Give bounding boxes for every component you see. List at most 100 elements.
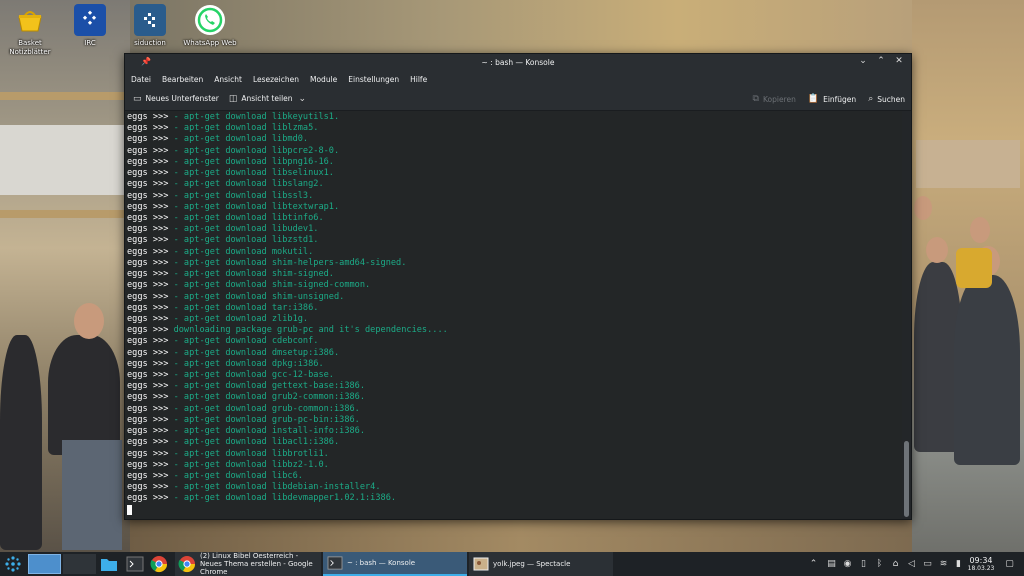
terminal-line: eggs >>> - apt-get download zlib1g. (127, 314, 903, 325)
task-label: yolk.jpeg — Spectacle (493, 560, 571, 568)
terminal-prompt: eggs >>> (127, 325, 174, 336)
siduction-icon (134, 4, 166, 36)
desktop-icon-irc[interactable]: IRC (58, 4, 122, 48)
find-button[interactable]: ⌕ Suchen (868, 94, 905, 104)
paste-icon: 📋 (807, 94, 820, 104)
window-title: ~ : bash — Konsole (481, 58, 555, 67)
task-chrome[interactable]: (2) Linux Bibel Oesterreich - Neues Them… (175, 552, 321, 576)
terminal-command: - apt-get download libudev1. (173, 224, 319, 235)
terminal-command: - apt-get download grub-pc-bin:i386. (173, 414, 360, 425)
terminal-line: eggs >>> downloading package grub-pc and… (127, 325, 903, 336)
terminal-line: eggs >>> - apt-get download cdebconf. (127, 336, 903, 347)
paste-button[interactable]: 📋 Einfügen (808, 94, 856, 104)
menu-hilfe[interactable]: Hilfe (410, 75, 427, 84)
desktop-icon-basket[interactable]: Basket Notizblätter (0, 4, 62, 57)
terminal-prompt: eggs >>> (127, 358, 174, 369)
find-label: Suchen (877, 94, 905, 104)
clock[interactable]: 09:34 18.03.23 (966, 552, 996, 576)
terminal-command: - apt-get download libzstd1. (173, 235, 319, 246)
terminal-command: - apt-get download libbz2-1.0. (173, 459, 329, 470)
terminal-command: - apt-get download libpcre2-8-0. (173, 145, 340, 156)
menu-ansicht[interactable]: Ansicht (214, 75, 242, 84)
terminal-prompt: eggs >>> (127, 291, 174, 302)
clock-date: 18.03.23 (967, 565, 995, 572)
kdeconnect-icon[interactable]: ▯ (858, 559, 869, 569)
terminal-command: - apt-get download libc6. (173, 471, 303, 481)
wallpaper-person-head (970, 217, 990, 243)
terminal-icon (126, 556, 144, 572)
app-launcher-button[interactable] (4, 552, 22, 576)
menu-lesezeichen[interactable]: Lesezeichen (253, 75, 299, 84)
clock-time: 09:34 (969, 556, 993, 565)
virtual-desktop-2[interactable] (63, 552, 96, 576)
task-konsole[interactable]: ~ : bash — Konsole (323, 552, 467, 576)
image-icon (473, 557, 489, 571)
terminal-command: - apt-get download libslang2. (173, 179, 324, 190)
konsole-launcher[interactable] (126, 552, 144, 576)
terminal-prompt: eggs >>> (127, 145, 174, 156)
window-titlebar[interactable]: 📌 ~ : bash — Konsole ⌄ ⌃ ✕ (125, 54, 911, 71)
copy-button[interactable]: ⧉ Kopieren (753, 94, 796, 104)
volume-icon[interactable]: ◁ (906, 559, 917, 569)
wallpaper-shelf (0, 210, 130, 218)
tray-expand-icon[interactable]: ⌃ (808, 559, 819, 569)
terminal-command: - apt-get download zlib1g. (173, 313, 309, 324)
terminal-command: - apt-get download cdebconf. (173, 336, 319, 347)
terminal-scrollbar[interactable] (902, 111, 911, 519)
konsole-window[interactable]: 📌 ~ : bash — Konsole ⌄ ⌃ ✕ Datei Bearbei… (124, 53, 912, 520)
updates-icon[interactable]: ◉ (842, 559, 853, 569)
terminal-command: - apt-get download dpkg:i386. (173, 358, 324, 369)
chrome-launcher[interactable] (150, 552, 168, 576)
split-view-button[interactable]: ◫ Ansicht teilen ⌄ (229, 94, 306, 104)
menu-module[interactable]: Module (310, 75, 337, 84)
minimize-icon[interactable]: ⌄ (857, 56, 869, 66)
terminal-prompt: eggs >>> (127, 437, 174, 448)
menu-einstellungen[interactable]: Einstellungen (348, 75, 399, 84)
terminal-line: eggs >>> - apt-get download libkeyutils1… (127, 112, 903, 123)
terminal-command: - apt-get download libmd0. (173, 134, 309, 145)
show-desktop-icon[interactable]: ▢ (1004, 559, 1015, 569)
terminal-command: - apt-get download gettext-base:i386. (173, 381, 366, 392)
terminal-prompt: eggs >>> (127, 493, 174, 504)
terminal-input-line[interactable] (127, 504, 903, 516)
close-icon[interactable]: ✕ (893, 56, 905, 66)
terminal-command: - apt-get download libselinux1. (173, 168, 334, 179)
terminal-command: - apt-get download liblzma5. (173, 123, 319, 134)
wallpaper-yellow-shirt (956, 248, 992, 288)
network-wifi-icon[interactable]: ≋ (938, 559, 949, 569)
task-spectacle[interactable]: yolk.jpeg — Spectacle (469, 552, 613, 576)
terminal-prompt: eggs >>> (127, 212, 174, 223)
terminal-line: eggs >>> - apt-get download shim-unsigne… (127, 292, 903, 303)
terminal-command: - apt-get download tar:i386. (173, 302, 319, 313)
terminal-line: eggs >>> - apt-get download libtinfo6. (127, 213, 903, 224)
display-icon[interactable]: ▭ (922, 559, 933, 569)
terminal-prompt: eggs >>> (127, 336, 174, 347)
launcher-icon (5, 556, 21, 572)
new-tab-button[interactable]: ▭ Neues Unterfenster (133, 94, 219, 104)
virtual-desktop-1[interactable] (28, 552, 61, 576)
wallpaper-machine (0, 125, 124, 195)
dolphin-launcher[interactable] (100, 552, 118, 576)
terminal-line: eggs >>> - apt-get download libpcre2-8-0… (127, 146, 903, 157)
terminal-command: - apt-get download libdebian-installer4. (173, 482, 381, 493)
desktop-icon-siduction[interactable]: siduction (118, 4, 182, 48)
bluetooth-icon[interactable]: ᛒ (874, 559, 885, 569)
menu-datei[interactable]: Datei (131, 75, 151, 84)
maximize-icon[interactable]: ⌃ (875, 56, 887, 66)
terminal-line: eggs >>> - apt-get download libzstd1. (127, 235, 903, 246)
terminal-command: - apt-get download grub2-common:i386. (173, 392, 366, 403)
battery-icon[interactable]: ▮ (953, 559, 964, 569)
terminal-line: eggs >>> - apt-get download shim-signed. (127, 269, 903, 280)
notifications-icon[interactable]: ⌂ (890, 559, 901, 569)
terminal-line: eggs >>> - apt-get download grub-common:… (127, 404, 903, 415)
pin-icon[interactable]: 📌 (141, 57, 151, 66)
terminal-command: - apt-get download libtinfo6. (173, 212, 324, 223)
desktop-icon-whatsapp[interactable]: WhatsApp Web (178, 4, 242, 48)
terminal-command: - apt-get download libpng16-16. (173, 156, 334, 167)
clipboard-icon[interactable]: ▤ (826, 559, 837, 569)
terminal-output[interactable]: eggs >>> - apt-get download libkeyutils1… (125, 111, 903, 519)
terminal-command: - apt-get download install-info:i386. (173, 426, 366, 437)
scrollbar-thumb[interactable] (904, 441, 909, 517)
menu-bearbeiten[interactable]: Bearbeiten (162, 75, 203, 84)
chevron-down-icon: ⌄ (298, 93, 307, 104)
